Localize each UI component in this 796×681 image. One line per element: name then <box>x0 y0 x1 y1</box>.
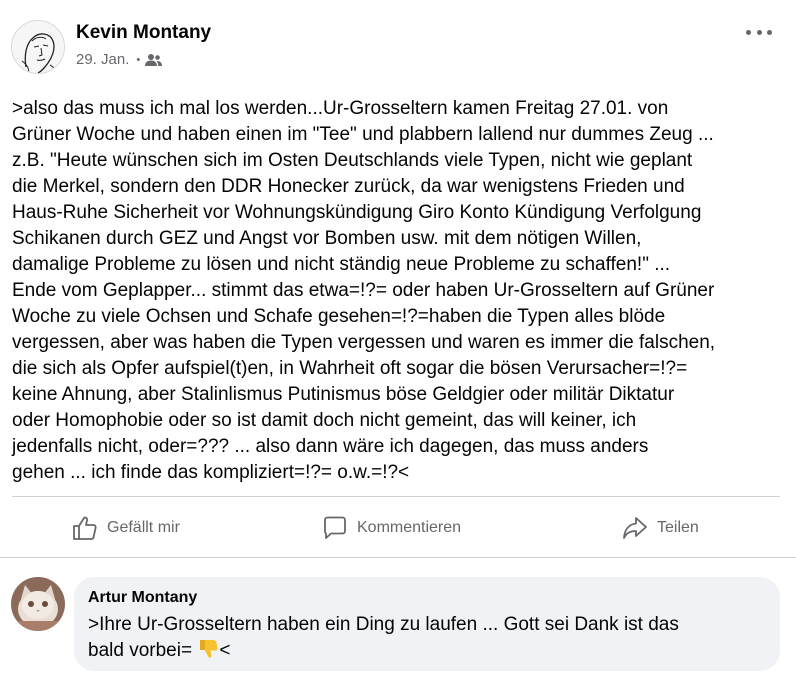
post-text-line: damalige Probleme zu lösen und nicht stä… <box>12 254 671 275</box>
post-header: Kevin Montany 29. Jan. • <box>0 0 796 90</box>
post-author-name[interactable]: Kevin Montany <box>76 22 211 44</box>
divider <box>12 496 780 497</box>
divider <box>0 557 796 558</box>
post-text-line: Grüner Woche und haben einen im "Tee" un… <box>12 124 714 145</box>
post-text-line: die Merkel, sondern den DDR Honecker zur… <box>12 176 685 197</box>
friends-icon[interactable] <box>145 53 163 67</box>
comment-button[interactable]: Kommentieren <box>322 506 461 550</box>
thumbs-up-icon <box>73 516 97 540</box>
share-arrow-icon <box>623 517 647 539</box>
share-button[interactable]: Teilen <box>622 506 699 550</box>
post-action-bar: Gefällt mir Kommentieren Teilen <box>0 506 796 550</box>
like-label: Gefällt mir <box>107 519 180 536</box>
comment-text-fragment: < <box>219 640 231 661</box>
post-text-line: Schikanen durch GEZ und Angst vor Bomben… <box>12 228 642 249</box>
post-text-line: z.B. "Heute wünschen sich im Osten Deuts… <box>12 150 693 171</box>
comment-bubble: Artur Montany >Ihre Ur-Grosseltern haben… <box>74 577 780 671</box>
post-text-line: jedenfalls nicht, oder=??? ... also dann… <box>12 436 649 457</box>
more-dots-icon <box>746 29 751 35</box>
like-button[interactable]: Gefällt mir <box>72 506 180 550</box>
post-text-line: Ende vom Geplapper... stimmt das etwa=!?… <box>12 280 715 301</box>
comment-text-line: >Ihre Ur-Grosseltern haben ein Ding zu l… <box>88 614 679 635</box>
thumbs-down-emoji <box>200 640 218 658</box>
post-date[interactable]: 29. Jan. <box>76 51 129 68</box>
comment-text: >Ihre Ur-Grosseltern haben ein Ding zu l… <box>88 612 766 664</box>
more-options-button[interactable] <box>746 22 772 42</box>
more-dot <box>756 29 762 35</box>
post-text-line: oder Homophobie oder so ist damit doch n… <box>12 410 637 431</box>
post-text-line: keine Ahnung, aber Stalinlismus Putinism… <box>12 384 675 405</box>
post-text: >also das muss ich mal los werden...Ur-G… <box>12 96 790 486</box>
comment-text-fragment: bald vorbei= <box>88 640 198 661</box>
comment-label: Kommentieren <box>357 519 462 536</box>
commenter-avatar[interactable] <box>11 577 65 631</box>
post-meta: 29. Jan. • <box>76 51 163 68</box>
post-text-line: Woche zu viele Ochsen und Schafe gesehen… <box>12 306 666 327</box>
post-text-line: Haus-Ruhe Sicherheit vor Wohnungskündigu… <box>12 202 702 223</box>
sketch-portrait-icon <box>12 21 64 73</box>
cat-photo-icon <box>11 577 65 631</box>
share-label: Teilen <box>657 519 699 536</box>
more-dot <box>767 29 772 35</box>
comment-author-name[interactable]: Artur Montany <box>88 587 766 609</box>
post-text-line: gehen ... ich finde das kompliziert=!?= … <box>12 462 410 483</box>
comment-bubble-icon <box>324 516 346 539</box>
post-text-line: vergessen, aber was haben die Typen verg… <box>12 332 716 353</box>
author-avatar[interactable] <box>11 20 65 74</box>
comment-text-line: bald vorbei= < <box>88 638 766 664</box>
meta-separator: • <box>136 53 141 66</box>
post-text-line: >also das muss ich mal los werden...Ur-G… <box>12 98 669 119</box>
post-text-line: die sich als Opfer aufspiel(t)en, in Wah… <box>12 358 688 379</box>
